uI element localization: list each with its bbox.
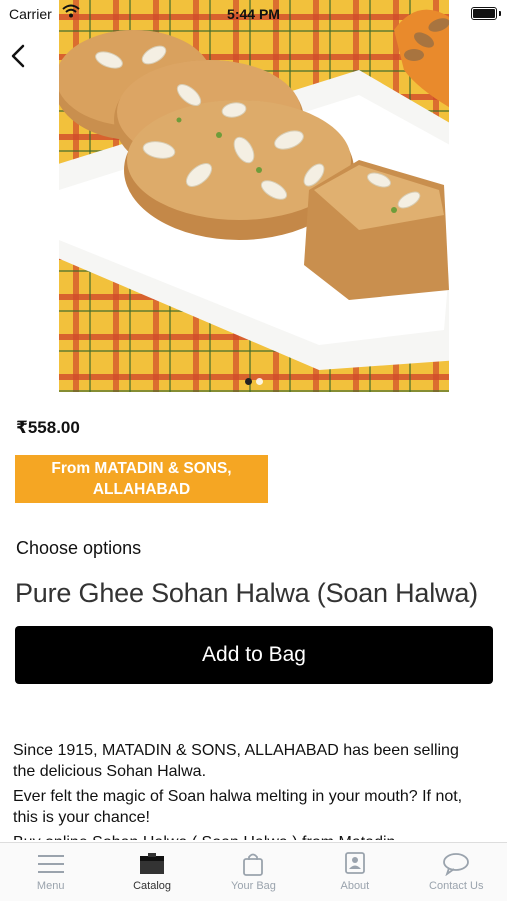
about-icon	[344, 852, 365, 874]
choose-options-label: Choose options	[16, 538, 142, 558]
tab-menu[interactable]: Menu	[6, 843, 96, 901]
clock: 5:44 PM	[227, 6, 280, 22]
product-title: Pure Ghee Sohan Halwa (Soan Halwa)	[15, 578, 478, 608]
tab-contact-us-label: Contact Us	[429, 880, 484, 892]
product-price: ₹558.00	[16, 418, 80, 437]
battery-tip	[499, 11, 501, 16]
battery-icon	[471, 7, 497, 20]
tab-about-label: About	[340, 880, 370, 892]
back-button[interactable]	[8, 38, 30, 72]
tab-menu-label: Menu	[36, 880, 65, 892]
chat-icon	[443, 853, 470, 876]
add-to-bag-button[interactable]: Add to Bag	[15, 626, 493, 684]
carousel-page-indicator[interactable]	[59, 372, 449, 390]
tab-your-bag[interactable]: Your Bag	[208, 843, 298, 901]
bag-icon	[243, 853, 264, 876]
product-image-carousel[interactable]	[59, 0, 449, 392]
product-description: Since 1915, MATADIN & SONS, ALLAHABAD ha…	[13, 740, 483, 840]
vendor-badge: From MATADIN & SONS, ALLAHABAD	[15, 455, 268, 503]
tab-catalog[interactable]: Catalog	[107, 843, 197, 901]
description-paragraph: Since 1915, MATADIN & SONS, ALLAHABAD ha…	[13, 742, 459, 780]
tab-about[interactable]: About	[310, 843, 400, 901]
description-paragraph: Buy online Sohan Halwa ( Soan Halwa ) fr…	[13, 832, 483, 840]
tab-bar: Menu Catalog Your Bag About Contact Us	[0, 842, 507, 901]
menu-icon	[37, 855, 64, 873]
tab-contact-us[interactable]: Contact Us	[411, 843, 501, 901]
description-paragraph: Ever felt the magic of Soan halwa meltin…	[13, 788, 463, 826]
carousel-dot-2[interactable]	[256, 378, 263, 385]
chevron-left-icon	[11, 44, 25, 68]
tab-catalog-label: Catalog	[133, 880, 172, 892]
carousel-dot-1[interactable]	[245, 378, 252, 385]
status-bar: Carrier 5:44 PM	[0, 0, 507, 28]
product-photo	[59, 0, 449, 392]
catalog-icon	[140, 853, 165, 874]
tab-your-bag-label: Your Bag	[231, 880, 276, 892]
